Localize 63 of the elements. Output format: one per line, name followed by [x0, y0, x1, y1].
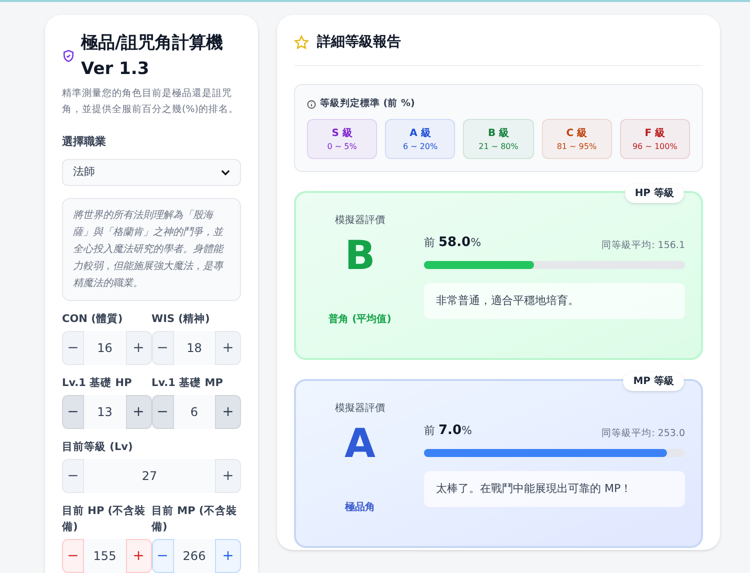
app-title: 極品/詛咒角計算機 Ver 1.3: [81, 32, 224, 81]
rank-percent: 前 7.0%: [424, 422, 472, 440]
average-value: 同等級平均: 253.0: [602, 426, 685, 440]
plus-button[interactable]: +: [215, 394, 241, 429]
eval-label: 模擬器評價: [335, 402, 385, 416]
minus-button[interactable]: −: [62, 538, 84, 573]
average-value: 同等級平均: 156.1: [602, 238, 685, 252]
plus-button[interactable]: +: [126, 394, 152, 429]
field-label: Lv.1 基礎 MP: [152, 376, 224, 391]
info-icon: [307, 100, 316, 109]
field-label: CON (體質): [62, 312, 124, 327]
eval-label: 模擬器評價: [335, 214, 385, 228]
number-field[interactable]: 266: [174, 538, 215, 573]
number-field[interactable]: 155: [84, 538, 126, 573]
minus-button[interactable]: −: [152, 330, 174, 365]
plus-button[interactable]: +: [215, 458, 241, 493]
number-field[interactable]: 13: [84, 394, 126, 429]
field-label: 目前 MP (不含裝備): [152, 504, 238, 535]
grade-name: C 級: [566, 126, 588, 141]
minus-button[interactable]: −: [152, 394, 174, 429]
star-icon: [294, 35, 309, 50]
app-subtitle: 精準測量您的角色目前是極品還是詛咒角，並提供全服前百分之幾(%)的排名。: [62, 87, 240, 117]
comment-box: 非常普通，適合平穩地培育。: [424, 282, 685, 320]
field-label: 目前 HP (不含裝備): [62, 504, 147, 535]
rank-percent: 前 58.0%: [424, 234, 482, 252]
class-label: 選擇職業: [62, 134, 107, 150]
minus-button[interactable]: −: [62, 330, 84, 365]
plus-button[interactable]: +: [126, 538, 152, 573]
grade-name: B 級: [488, 126, 510, 141]
shield-check-icon: [62, 49, 75, 63]
grade-range: 81 ~ 95%: [556, 140, 597, 153]
number-field[interactable]: 18: [174, 330, 215, 365]
class-description: 將世界的所有法則理解為「殷海薩」與「格蘭肯」之神的鬥爭，並全心投入魔法研究的學者。身體能力較弱，但能施展強大魔法，是專精魔法的職業。: [62, 198, 241, 301]
comment-box: 太棒了。在戰鬥中能展現出可靠的 MP！: [424, 470, 685, 508]
field-label: 目前等級 (Lv): [62, 440, 134, 455]
grade-name: F 級: [644, 126, 666, 141]
plus-button[interactable]: +: [126, 330, 152, 365]
number-field[interactable]: 27: [84, 458, 215, 493]
result-badge: HP 等級: [624, 184, 684, 204]
minus-button[interactable]: −: [62, 458, 84, 493]
field-label: WIS (精神): [152, 312, 211, 327]
grade-name: S 級: [332, 126, 352, 141]
grade-letter: B: [344, 232, 376, 280]
chevron-down-icon: [221, 168, 230, 177]
grade-letter: A: [344, 420, 376, 468]
grade-range: 21 ~ 80%: [478, 140, 518, 153]
standards-title: 等級判定標準 (前 %): [320, 97, 415, 111]
verdict-label: 普角 (平均值): [328, 312, 392, 328]
class-select[interactable]: 法師: [62, 158, 241, 186]
number-field[interactable]: 16: [84, 330, 126, 365]
verdict-label: 極品角: [345, 500, 375, 516]
grade-range: 0 ~ 5%: [327, 140, 357, 153]
grade-range: 6 ~ 20%: [402, 140, 438, 153]
field-label: Lv.1 基礎 HP: [62, 376, 133, 391]
minus-button[interactable]: −: [152, 538, 174, 573]
minus-button[interactable]: −: [62, 394, 84, 429]
report-title: 詳細等級報告: [317, 33, 401, 52]
plus-button[interactable]: +: [215, 330, 241, 365]
grade-name: A 級: [410, 126, 431, 141]
grade-range: 96 ~ 100%: [632, 140, 678, 153]
result-badge: MP 等級: [623, 372, 684, 392]
plus-button[interactable]: +: [215, 538, 241, 573]
number-field[interactable]: 6: [174, 394, 215, 429]
